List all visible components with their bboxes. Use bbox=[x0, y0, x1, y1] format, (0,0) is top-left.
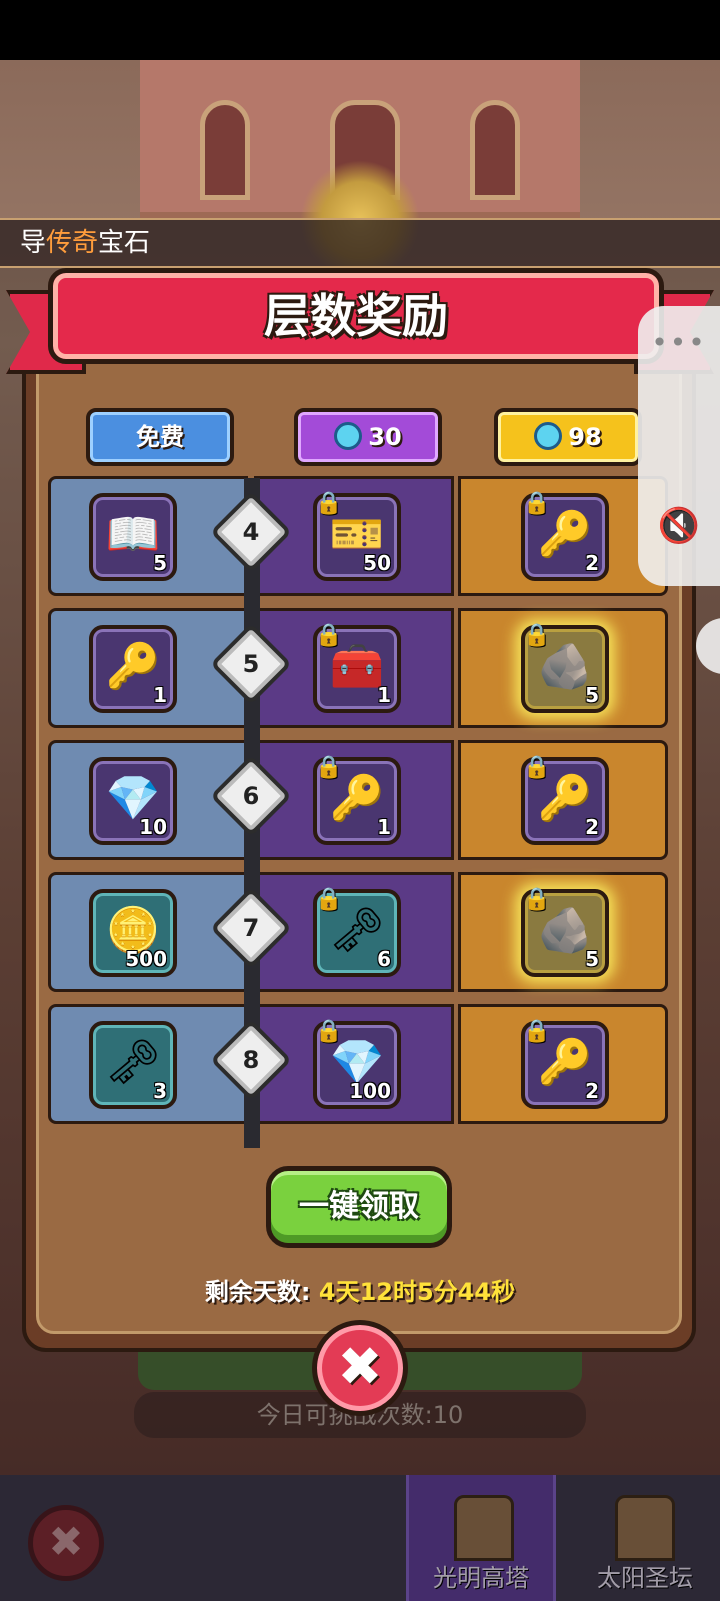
reward-cell-gold[interactable]: 🪨 🔒 5 bbox=[458, 872, 668, 992]
reward-cell-gold[interactable]: 🔑 🔒 2 bbox=[458, 740, 668, 860]
reward-item: 🗝 🔒 6 bbox=[313, 887, 401, 977]
tier-gold-price: 98 bbox=[568, 423, 602, 451]
lock-icon: 🔒 bbox=[315, 623, 343, 648]
level-number: 6 bbox=[242, 782, 260, 810]
item-quantity: 1 bbox=[377, 683, 391, 707]
reward-item: 🗝 3 bbox=[89, 1021, 177, 1109]
lock-icon: 🔒 bbox=[315, 755, 343, 780]
claim-all-button[interactable]: 一键领取 bbox=[266, 1166, 452, 1248]
remaining-time-label: 剩余天数: bbox=[204, 1278, 311, 1306]
level-number: 7 bbox=[242, 914, 260, 942]
item-quantity: 2 bbox=[585, 1079, 599, 1103]
item-quantity: 5 bbox=[585, 683, 599, 707]
tier-free-tag: 免费 bbox=[86, 408, 234, 466]
item-quantity: 2 bbox=[585, 551, 599, 575]
notice-text: 导 bbox=[20, 228, 47, 258]
reward-item: 💎 10 bbox=[89, 757, 177, 845]
tier-purple-tag: 30 bbox=[294, 408, 442, 466]
reward-cell-gold[interactable]: 🔑 🔒 2 bbox=[458, 1004, 668, 1124]
item-quantity: 1 bbox=[377, 815, 391, 839]
reward-item: 🪙 500 bbox=[89, 889, 177, 977]
lock-icon: 🔒 bbox=[523, 1019, 551, 1044]
reward-cell-gold[interactable]: 🔑 🔒 2 bbox=[458, 476, 668, 596]
reward-item: 🪨 🔒 5 bbox=[521, 623, 609, 713]
mute-icon[interactable]: 🔇 bbox=[638, 506, 720, 546]
item-quantity: 500 bbox=[125, 947, 167, 971]
lock-icon: 🔒 bbox=[315, 491, 343, 516]
reward-row: 💎 10 🔑 🔒 1 🔑 🔒 2 bbox=[48, 740, 670, 860]
level-number: 5 bbox=[242, 650, 260, 678]
reward-row: 🪙 500 🗝 🔒 6 🪨 🔒 5 bbox=[48, 872, 670, 992]
lock-icon: 🔒 bbox=[523, 887, 551, 912]
lock-icon: 🔒 bbox=[523, 491, 551, 516]
reward-row: 📖 5 🎫 🔒 50 🔑 🔒 2 bbox=[48, 476, 670, 596]
level-number: 8 bbox=[242, 1046, 260, 1074]
reward-item: 🎫 🔒 50 bbox=[313, 491, 401, 581]
reward-item: 🔑 🔒 1 bbox=[313, 755, 401, 845]
close-button[interactable]: ✖ bbox=[312, 1320, 408, 1416]
reward-item: 💎 🔒 100 bbox=[313, 1019, 401, 1109]
lock-icon: 🔒 bbox=[315, 1019, 343, 1044]
item-quantity: 6 bbox=[377, 947, 391, 971]
tier-gold-tag: 98 bbox=[494, 408, 642, 466]
reward-item: 🪨 🔒 5 bbox=[521, 887, 609, 977]
tower-window bbox=[200, 100, 250, 200]
level-number: 4 bbox=[242, 518, 260, 546]
item-quantity: 100 bbox=[349, 1079, 391, 1103]
lock-icon: 🔒 bbox=[315, 887, 343, 912]
lock-icon: 🔒 bbox=[523, 623, 551, 648]
reward-item: 🔑 1 bbox=[89, 625, 177, 713]
diamond-icon bbox=[534, 422, 563, 450]
reward-item: 🔑 🔒 2 bbox=[521, 491, 609, 581]
reward-item: 🔑 🔒 2 bbox=[521, 755, 609, 845]
item-quantity: 5 bbox=[153, 551, 167, 575]
item-quantity: 1 bbox=[153, 683, 167, 707]
notice-highlight: 传奇 bbox=[46, 228, 99, 258]
scrolling-notice: 导传奇宝石 bbox=[0, 218, 720, 268]
more-icon[interactable]: ••• bbox=[638, 326, 720, 359]
remaining-time-value: 4天12时5分44秒 bbox=[318, 1278, 516, 1306]
title-banner: 层数奖励 bbox=[48, 268, 664, 364]
tier-purple-price: 30 bbox=[368, 423, 402, 451]
dialog-title: 层数奖励 bbox=[264, 289, 448, 343]
item-quantity: 2 bbox=[585, 815, 599, 839]
status-bar bbox=[0, 0, 720, 60]
diamond-icon bbox=[334, 422, 363, 450]
reward-row: 🔑 1 🧰 🔒 1 🪨 🔒 5 bbox=[48, 608, 670, 728]
notice-text-end: 宝石 bbox=[98, 228, 151, 258]
reward-item: 📖 5 bbox=[89, 493, 177, 581]
item-quantity: 50 bbox=[363, 551, 391, 575]
reward-row: 🗝 3 💎 🔒 100 🔑 🔒 2 bbox=[48, 1004, 670, 1124]
floating-toolbar: ••• 🔇 bbox=[638, 306, 720, 586]
remaining-time: 剩余天数: 4天12时5分44秒 bbox=[0, 1272, 720, 1307]
lock-icon: 🔒 bbox=[523, 755, 551, 780]
reward-cell-gold[interactable]: 🪨 🔒 5 bbox=[458, 608, 668, 728]
reward-item: 🔑 🔒 2 bbox=[521, 1019, 609, 1109]
item-quantity: 3 bbox=[153, 1079, 167, 1103]
item-quantity: 10 bbox=[139, 815, 167, 839]
item-quantity: 5 bbox=[585, 947, 599, 971]
tower-window bbox=[470, 100, 520, 200]
reward-item: 🧰 🔒 1 bbox=[313, 623, 401, 713]
